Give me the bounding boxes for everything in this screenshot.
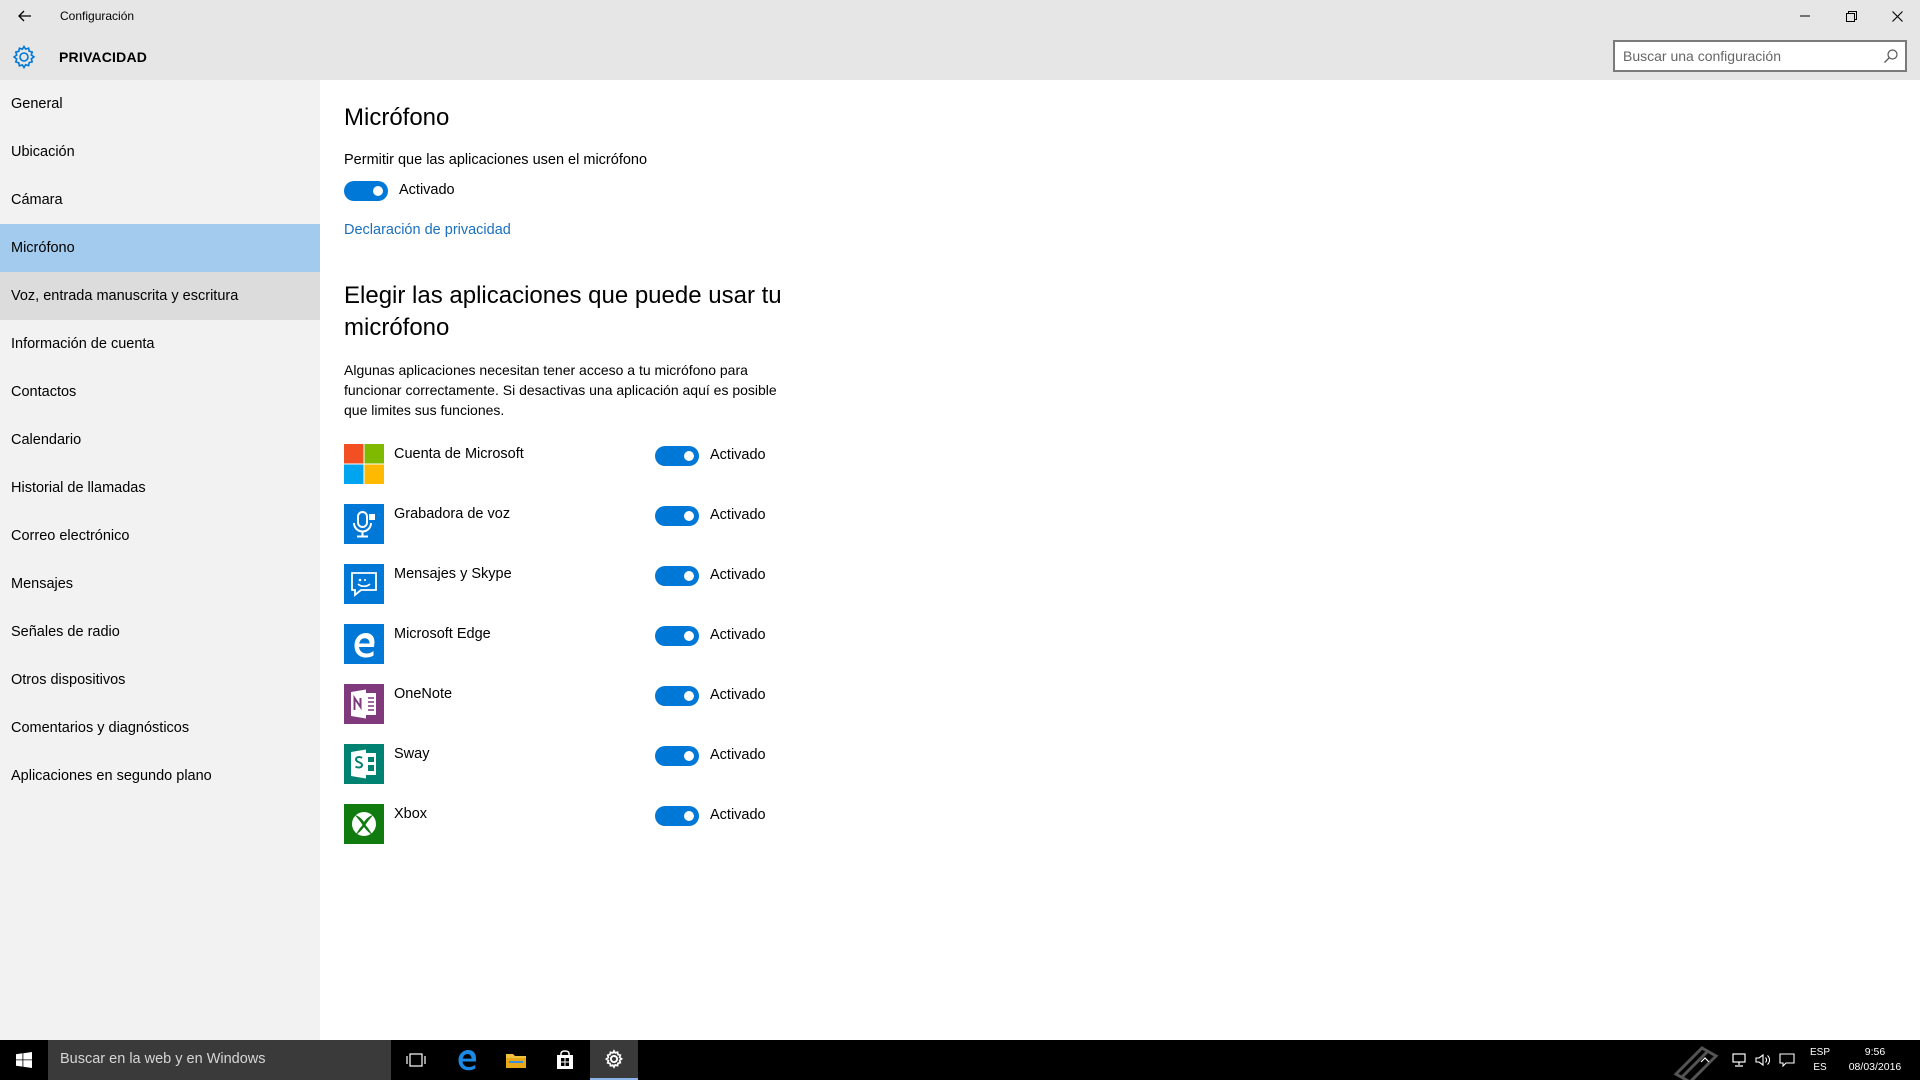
choose-apps-description: Algunas aplicaciones necesitan tener acc… [344,362,777,418]
app-state: Activado [710,687,766,703]
choose-apps-heading: Elegir las aplicaciones que puede usar t… [344,282,782,341]
taskbar-settings-button[interactable] [590,1040,638,1080]
messaging-icon [344,564,384,604]
app-toggle-sway[interactable] [655,746,699,766]
app-state: Activado [710,807,766,823]
app-toggle-cuenta-microsoft[interactable] [655,446,699,466]
file-explorer-button[interactable] [492,1040,540,1080]
toggle-knob [684,631,694,641]
task-view-icon [406,1053,426,1067]
page-title: Micrófono [344,104,450,131]
sidebar-item-otros-dispositivos[interactable]: Otros dispositivos [0,656,320,704]
sidebar-item-ubicacion[interactable]: Ubicación [0,128,320,176]
allow-apps-state: Activado [399,182,455,198]
window-title: Configuración [60,9,135,23]
sway-icon [344,744,384,784]
app-state: Activado [710,567,766,583]
main-content: Micrófono Permitir que las aplicaciones … [320,80,1920,1040]
restore-icon [1845,10,1857,22]
sidebar-item-historial-llamadas[interactable]: Historial de llamadas [0,464,320,512]
sidebar-item-voz[interactable]: Voz, entrada manuscrita y escritura [0,272,320,320]
sidebar-item-contactos[interactable]: Contactos [0,368,320,416]
edge-icon [344,624,384,664]
gear-icon [604,1049,624,1069]
app-row-onenote: OneNote Activado [344,684,784,726]
app-name: Sway [394,746,430,762]
app-toggle-grabadora[interactable] [655,506,699,526]
store-button[interactable] [541,1040,589,1080]
sidebar-item-senales-radio[interactable]: Señales de radio [0,608,320,656]
voice-recorder-icon [344,504,384,544]
app-row-edge: Microsoft Edge Activado [344,624,784,666]
app-row-sway: Sway Activado [344,744,784,786]
minimize-icon [1800,15,1810,17]
app-row-cuenta-microsoft: Cuenta de Microsoft Activado [344,444,784,486]
restore-button[interactable] [1828,0,1874,32]
app-row-mensajes-skype: Mensajes y Skype Activado [344,564,784,606]
minimize-button[interactable] [1782,0,1828,32]
app-toggle-edge[interactable] [655,626,699,646]
settings-header: PRIVACIDAD [0,32,1920,80]
title-bar: Configuración [0,0,1920,32]
xbox-icon [344,804,384,844]
edge-icon [458,1050,476,1071]
toggle-knob [684,451,694,461]
app-name: Cuenta de Microsoft [394,446,524,462]
privacy-statement-link[interactable]: Declaración de privacidad [344,222,511,238]
allow-apps-label: Permitir que las aplicaciones usen el mi… [344,152,648,168]
settings-search-box[interactable] [1613,40,1907,72]
onenote-icon [344,684,384,724]
section-title: PRIVACIDAD [59,49,148,65]
taskbar-search-placeholder: Buscar en la web y en Windows [60,1051,266,1067]
windows-logo-icon [16,1052,32,1068]
sidebar-item-correo[interactable]: Correo electrónico [0,512,320,560]
taskbar-search-box[interactable]: Buscar en la web y en Windows [48,1040,391,1080]
app-state: Activado [710,747,766,763]
sidebar-item-general[interactable]: General [0,80,320,128]
app-name: Mensajes y Skype [394,566,512,582]
sidebar: General Ubicación Cámara Micrófono Voz, … [0,80,320,1040]
close-button[interactable] [1874,0,1920,32]
sidebar-item-informacion-cuenta[interactable]: Información de cuenta [0,320,320,368]
toggle-knob [684,811,694,821]
app-toggle-mensajes-skype[interactable] [655,566,699,586]
app-name: OneNote [394,686,453,702]
search-icon[interactable] [1883,48,1899,64]
app-toggle-onenote[interactable] [655,686,699,706]
app-name: Xbox [394,806,428,822]
toggle-knob [373,186,383,196]
app-state: Activado [710,447,766,463]
taskbar: Buscar en la web y en Windows ESP ES 9:5… [0,1040,1920,1080]
settings-search-input[interactable] [1623,47,1873,65]
sidebar-item-camara[interactable]: Cámara [0,176,320,224]
folder-icon [506,1054,526,1068]
toggle-knob [684,691,694,701]
app-name: Microsoft Edge [394,626,491,642]
microsoft-logo-icon [344,444,384,484]
sidebar-item-microfono[interactable]: Micrófono [0,224,320,272]
app-row-xbox: Xbox Activado [344,804,784,846]
back-button[interactable] [12,5,38,27]
app-row-grabadora: Grabadora de voz Activado [344,504,784,546]
book-watermark-icon [1673,1046,1719,1080]
task-view-button[interactable] [392,1040,440,1080]
start-button[interactable] [0,1040,48,1080]
store-icon [557,1050,573,1069]
gear-icon [12,44,36,70]
toggle-knob [684,751,694,761]
taskbar-edge-button[interactable] [443,1040,491,1080]
app-state: Activado [710,507,766,523]
sidebar-item-mensajes[interactable]: Mensajes [0,560,320,608]
sidebar-item-calendario[interactable]: Calendario [0,416,320,464]
back-arrow-icon [18,10,31,22]
allow-apps-toggle[interactable] [344,181,388,201]
toggle-knob [684,571,694,581]
app-toggle-xbox[interactable] [655,806,699,826]
sidebar-item-segundo-plano[interactable]: Aplicaciones en segundo plano [0,752,320,800]
app-state: Activado [710,627,766,643]
close-icon [1891,10,1903,22]
app-name: Grabadora de voz [394,506,511,522]
sidebar-item-comentarios[interactable]: Comentarios y diagnósticos [0,704,320,752]
toggle-knob [684,511,694,521]
